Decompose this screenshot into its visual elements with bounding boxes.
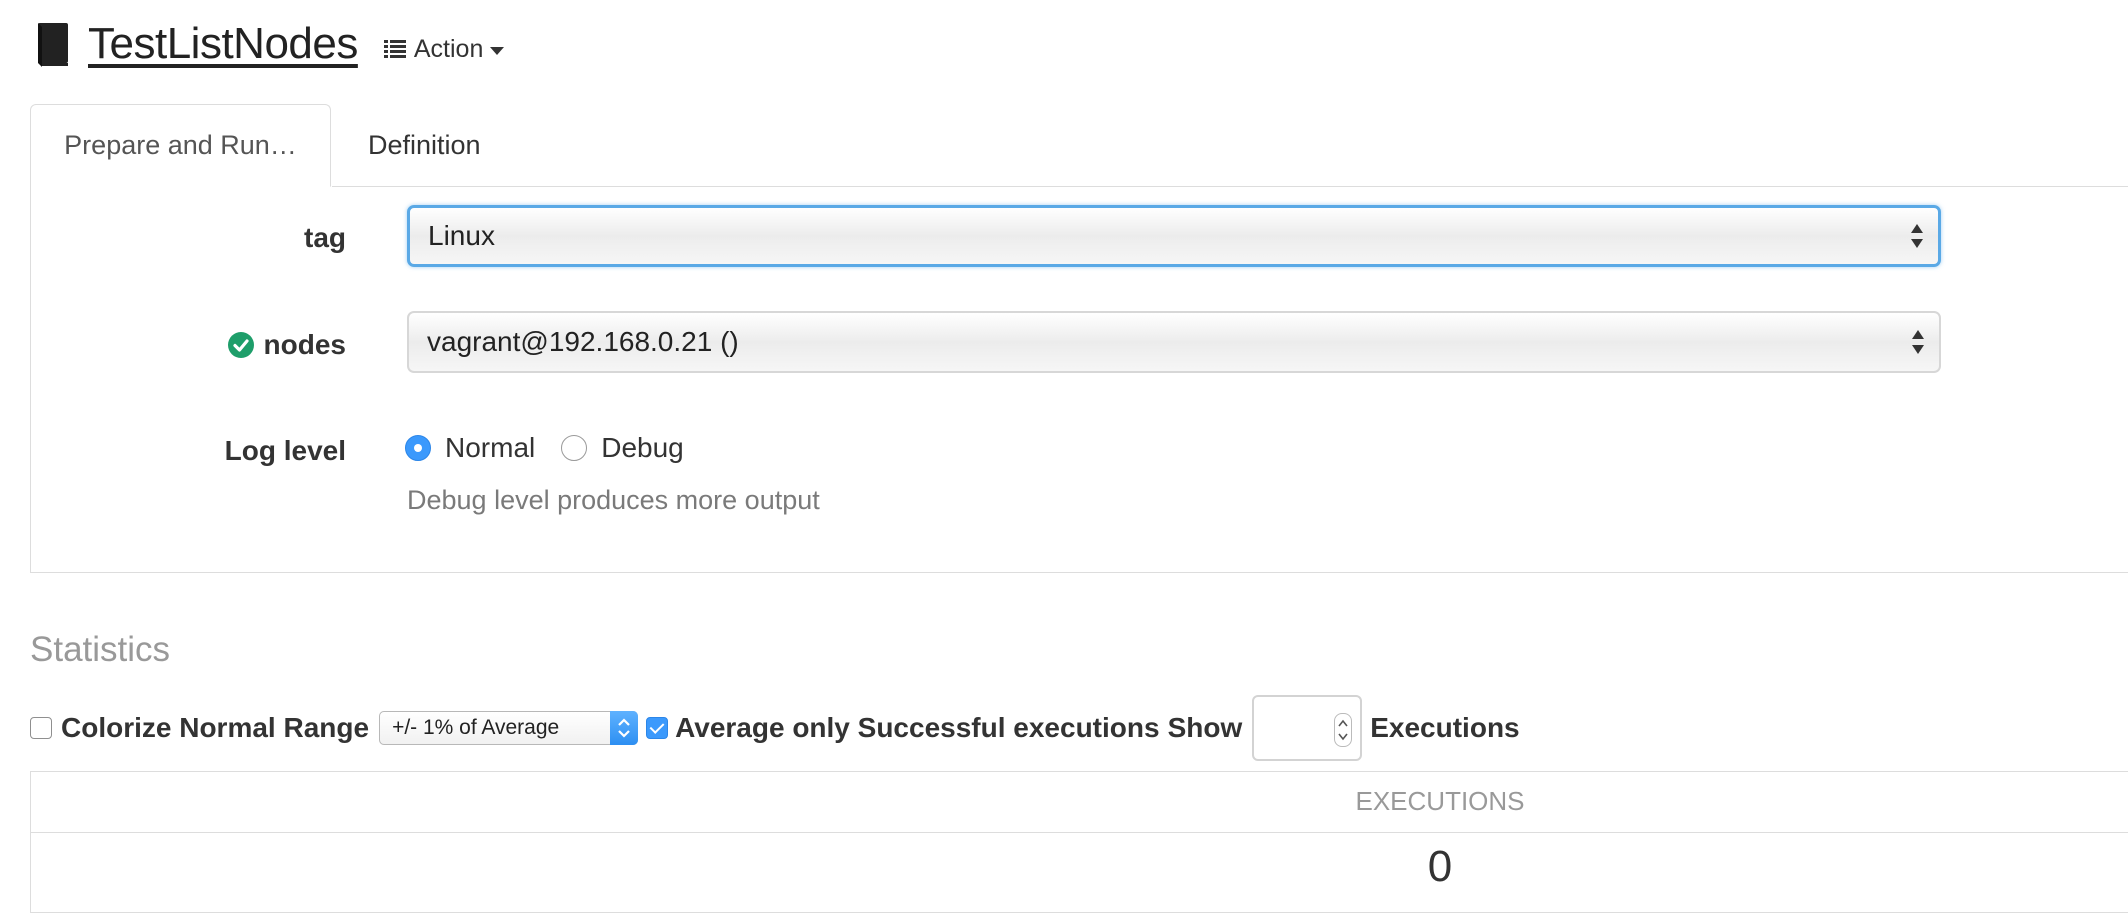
table-header-executions: EXECUTIONS bbox=[1355, 786, 1525, 816]
caret-down-icon bbox=[490, 46, 505, 55]
book-icon bbox=[32, 21, 76, 67]
list-icon bbox=[383, 40, 406, 58]
radio-normal[interactable] bbox=[405, 435, 431, 461]
nodes-label: nodes bbox=[263, 329, 346, 360]
job-title-link[interactable]: TestListNodes bbox=[88, 19, 358, 69]
check-circle-icon bbox=[227, 332, 254, 358]
radio-normal-label[interactable]: Normal bbox=[445, 432, 535, 464]
tab-definition[interactable]: Definition bbox=[340, 104, 509, 186]
colorize-label: Colorize Normal Range bbox=[61, 712, 370, 743]
statistics-table bbox=[30, 771, 2128, 913]
action-label: Action bbox=[413, 34, 484, 63]
range-select[interactable]: +/- 1% of Average bbox=[379, 711, 639, 745]
log-level-help: Debug level produces more output bbox=[407, 485, 820, 515]
log-level-label: Log level bbox=[224, 435, 346, 466]
executions-count-input[interactable] bbox=[1252, 695, 1363, 761]
tag-select[interactable]: Linux bbox=[407, 205, 1941, 267]
tab-prepare-and-run[interactable]: Prepare and Run… bbox=[30, 104, 331, 187]
avg-success-checkbox[interactable] bbox=[646, 717, 669, 739]
job-header: TestListNodes Action bbox=[32, 14, 505, 74]
select-arrows-icon bbox=[1911, 224, 1923, 248]
range-select-value: +/- 1% of Average bbox=[392, 716, 560, 739]
select-arrows-icon bbox=[610, 711, 639, 745]
radio-debug-label[interactable]: Debug bbox=[601, 432, 684, 464]
tag-label: tag bbox=[304, 222, 346, 253]
spinner-icon[interactable] bbox=[1334, 713, 1353, 747]
nodes-select-value: vagrant@192.168.0.21 () bbox=[427, 326, 739, 357]
log-level-options: Normal Debug bbox=[405, 432, 684, 464]
show-label: Show bbox=[1167, 712, 1243, 743]
nodes-label-group: nodes bbox=[226, 329, 346, 361]
statistics-controls: Colorize Normal Range +/- 1% of Average … bbox=[30, 695, 1520, 761]
nodes-select[interactable]: vagrant@192.168.0.21 () bbox=[407, 311, 1941, 373]
table-cell-executions: 0 bbox=[1427, 842, 1453, 891]
colorize-checkbox[interactable] bbox=[30, 717, 52, 739]
action-dropdown[interactable]: Action bbox=[383, 34, 505, 64]
select-arrows-icon bbox=[1912, 330, 1924, 354]
radio-debug[interactable] bbox=[561, 435, 588, 461]
executions-label: Executions bbox=[1370, 712, 1520, 743]
tag-select-value: Linux bbox=[428, 220, 495, 251]
avg-success-label: Average only Successful executions bbox=[675, 712, 1160, 743]
table-header-divider bbox=[30, 832, 2128, 833]
statistics-heading: Statistics bbox=[30, 630, 171, 669]
